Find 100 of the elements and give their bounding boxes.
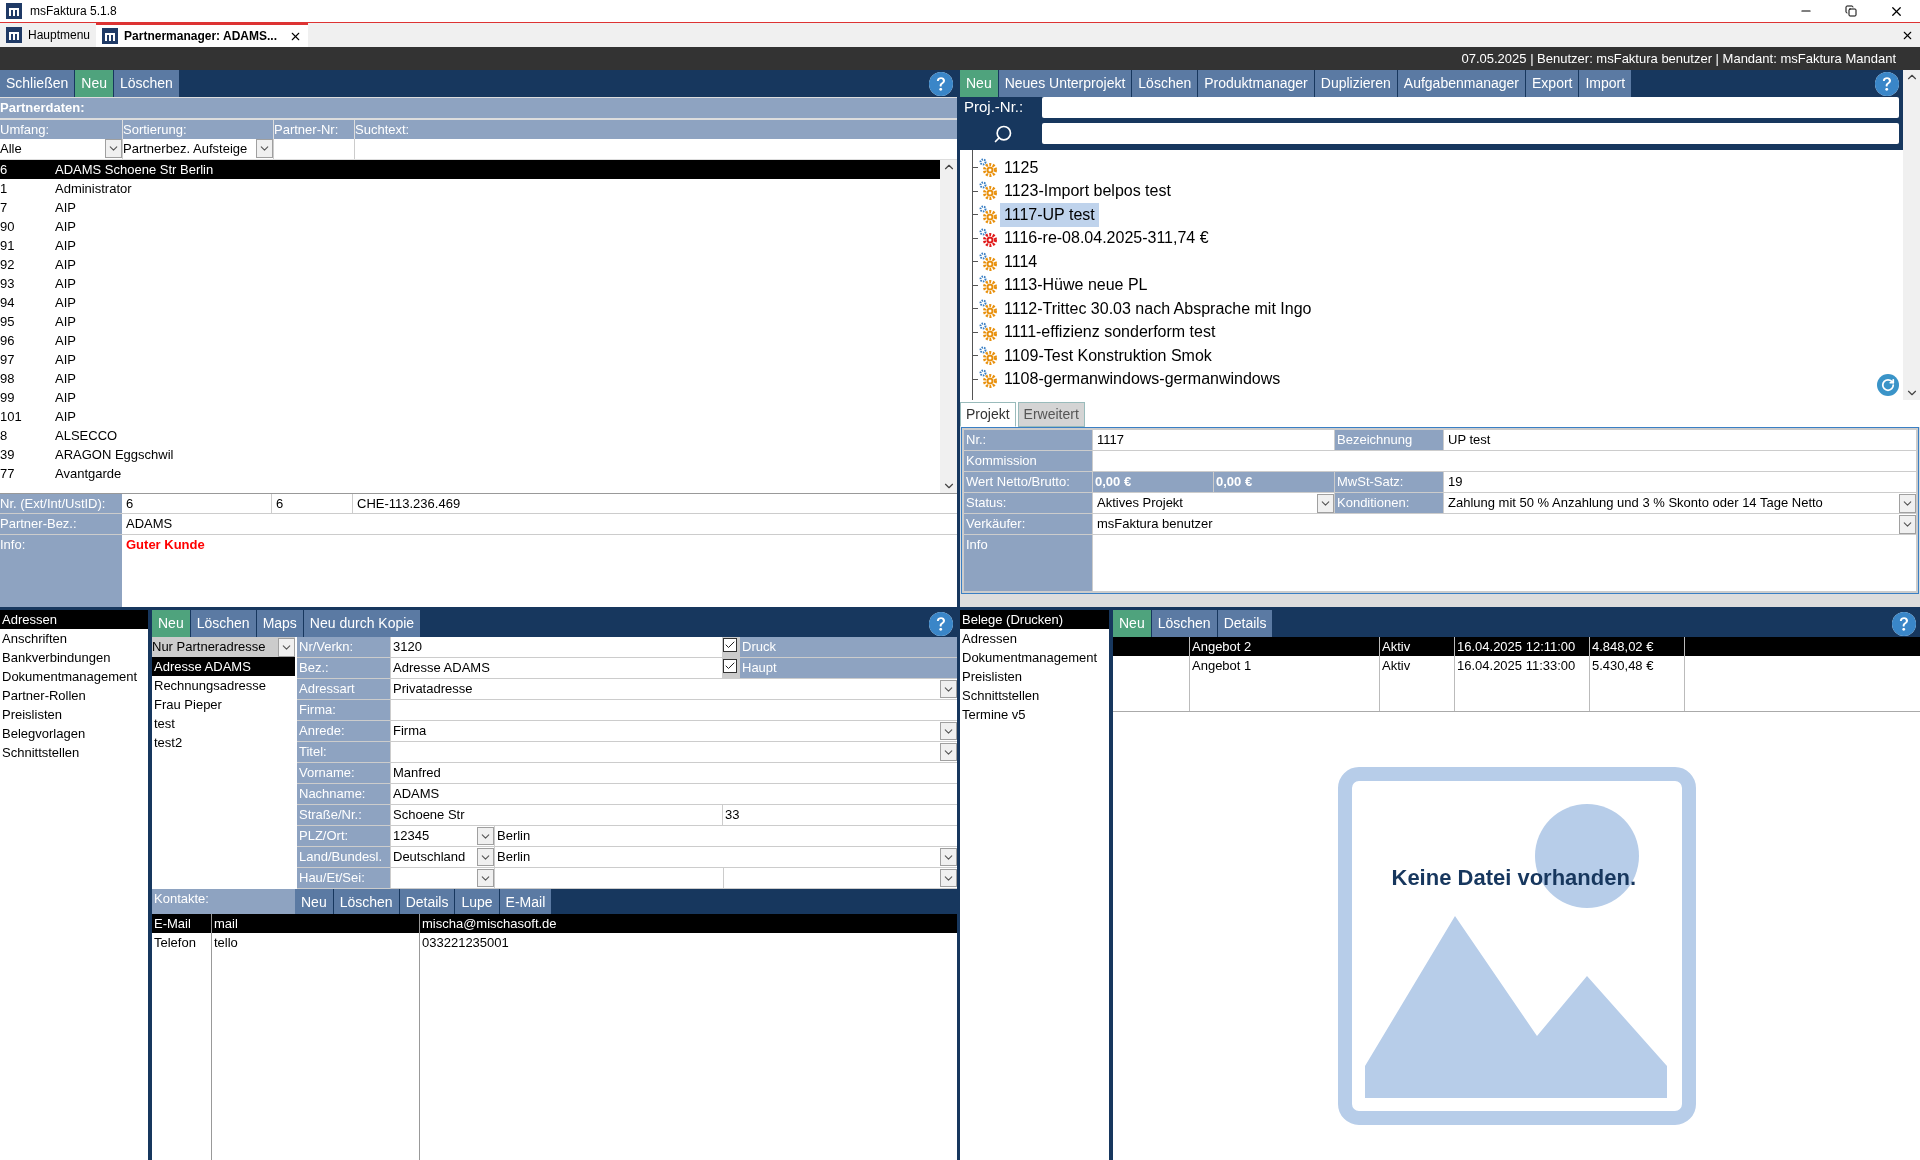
table-row[interactable]: 97 AIP [0, 349, 940, 369]
restore-icon[interactable] [1845, 5, 1857, 17]
table-row[interactable]: 7 AIP [0, 197, 940, 217]
nav-item[interactable]: Termine v5 [960, 705, 1109, 724]
table-row[interactable]: 94 AIP [0, 292, 940, 312]
dropdown-field[interactable]: Partnerbez. Aufsteige [123, 139, 273, 159]
input-field[interactable] [274, 139, 354, 159]
list-item[interactable]: test [152, 714, 295, 733]
table-row[interactable]: Angebot 1 Aktiv 16.04.2025 11:33:00 5.430,48 € [1113, 656, 1920, 675]
table-row[interactable]: 8 ALSECCO [0, 425, 940, 445]
nav-item[interactable]: Preislisten [0, 705, 148, 724]
dropdown-field[interactable]: msFaktura benutzer [1093, 514, 1916, 534]
table-row[interactable]: 93 AIP [0, 273, 940, 293]
nav-item[interactable]: Dokumentmanagement [0, 667, 148, 686]
table-row[interactable]: 101 AIP [0, 406, 940, 426]
tree-item[interactable]: 1109-Test Konstruktion Smok [1000, 343, 1216, 368]
list-item[interactable]: Rechnungsadresse [152, 676, 295, 695]
tree-item[interactable]: 1113-Hüwe neue PL [1000, 273, 1152, 298]
dropdown-field[interactable]: Aktives Projekt [1093, 493, 1334, 513]
toolbar-button[interactable]: Lupe [455, 889, 499, 916]
tree-item[interactable]: 1123-Import belpos test [1000, 179, 1175, 204]
table-row[interactable]: Telefon tello 033221235001 [152, 933, 957, 952]
toolbar-button[interactable]: Löschen [333, 889, 399, 916]
dropdown-field[interactable]: 12345 [391, 826, 494, 846]
checkbox[interactable] [723, 638, 737, 652]
table-row[interactable]: 39 ARAGON Eggschwil [0, 444, 940, 464]
toolbar-button[interactable]: Neu [295, 889, 333, 916]
nav-item[interactable]: Belegvorlagen [0, 724, 148, 743]
table-row[interactable]: Angebot 2 Aktiv 16.04.2025 12:11:00 4.848,02 € [1113, 637, 1920, 656]
dropdown-button[interactable] [477, 869, 494, 887]
document-tab[interactable]: Partnermanager: ADAMS... [96, 23, 308, 47]
input-field[interactable]: Schoene Str [391, 805, 722, 825]
toolbar-button[interactable]: Details [399, 889, 455, 916]
tree-item[interactable]: 1117-UP test [1000, 202, 1099, 227]
dropdown-field[interactable]: Firma [391, 721, 957, 741]
table-row[interactable]: 99 AIP [0, 387, 940, 407]
nav-item[interactable]: Belege (Drucken) [960, 610, 1109, 629]
dropdown-field[interactable]: Deutschland [391, 847, 494, 867]
table-row[interactable]: 98 AIP [0, 368, 940, 388]
dropdown-button[interactable] [477, 827, 494, 845]
nav-item[interactable]: Schnittstellen [0, 743, 148, 762]
dropdown-button[interactable] [1317, 493, 1334, 513]
tab[interactable]: Projekt [960, 402, 1016, 427]
dropdown-button[interactable] [940, 680, 957, 698]
input-field[interactable]: Berlin [495, 826, 957, 846]
list-item[interactable]: test2 [152, 733, 295, 752]
nav-item[interactable]: Adressen [960, 629, 1109, 648]
input-field[interactable] [355, 139, 957, 159]
table-row[interactable]: 90 AIP [0, 216, 940, 236]
dropdown-field[interactable]: Zahlung mit 50 % Anzahlung und 3 % Skonto oder 14 Tage Netto [1444, 493, 1916, 513]
scrollbar[interactable] [940, 159, 957, 493]
list-item[interactable]: Adresse ADAMS [152, 657, 295, 676]
dropdown-button[interactable] [256, 139, 273, 159]
help-icon[interactable] [1892, 611, 1916, 636]
tree-item[interactable]: 1114 [1000, 249, 1042, 274]
toolbar-button[interactable]: Schließen [0, 70, 75, 97]
toolbar-button[interactable]: Details [1217, 610, 1273, 637]
table-row[interactable]: 77 Avantgarde [0, 463, 940, 483]
toolbar-button[interactable]: Löschen [1132, 70, 1198, 97]
table-row[interactable]: 92 AIP [0, 254, 940, 274]
help-icon[interactable] [1875, 71, 1899, 96]
nav-item[interactable]: Schnittstellen [960, 686, 1109, 705]
toolbar-button[interactable]: Export [1526, 70, 1579, 97]
dropdown-field[interactable] [391, 742, 957, 762]
toolbar-button[interactable]: Import [1579, 70, 1632, 97]
dropdown-button[interactable] [278, 637, 295, 657]
dropdown-button[interactable] [940, 743, 957, 761]
nav-item[interactable]: Bankverbindungen [0, 648, 148, 667]
toolbar-button[interactable]: E-Mail [499, 889, 552, 916]
input-field[interactable]: Adresse ADAMS [391, 658, 722, 678]
nav-item[interactable]: Partner-Rollen [0, 686, 148, 705]
input-field[interactable] [1042, 97, 1899, 118]
toolbar-button[interactable]: Löschen [113, 70, 179, 97]
nav-item[interactable]: Anschriften [0, 629, 148, 648]
dropdown-field[interactable]: Alle [0, 139, 122, 159]
toolbar-button[interactable]: Maps [256, 610, 303, 637]
dropdown-button[interactable] [940, 722, 957, 740]
list-item[interactable]: Frau Pieper [152, 695, 295, 714]
close-icon[interactable] [1901, 29, 1914, 42]
dropdown-field[interactable]: Berlin [495, 847, 957, 867]
tree-item[interactable]: 1108-germanwindows-germanwindows [1000, 367, 1285, 392]
table-row[interactable]: 91 AIP [0, 235, 940, 255]
input-field[interactable]: Manfred [391, 763, 957, 783]
nav-item[interactable]: Dokumentmanagement [960, 648, 1109, 667]
tab[interactable]: Erweitert [1017, 402, 1085, 427]
checkbox[interactable] [723, 659, 737, 673]
document-tab[interactable]: Hauptmenu [0, 23, 97, 47]
input-field[interactable] [391, 700, 957, 720]
table-row[interactable]: 95 AIP [0, 311, 940, 331]
help-icon[interactable] [929, 71, 953, 96]
input-field[interactable] [1093, 451, 1916, 471]
input-field[interactable] [495, 868, 723, 888]
toolbar-button[interactable]: Aufgabenmanager [1397, 70, 1525, 97]
input-field[interactable]: 33 [723, 805, 957, 825]
dropdown-button[interactable] [1899, 514, 1916, 534]
dropdown-button[interactable] [940, 848, 957, 866]
dropdown-field[interactable]: Nur Partneradresse [152, 637, 295, 657]
tree-item[interactable]: 1111-effizienz sonderform test [1000, 320, 1220, 345]
dropdown-button[interactable] [1899, 493, 1916, 513]
refresh-icon[interactable] [1877, 374, 1899, 396]
